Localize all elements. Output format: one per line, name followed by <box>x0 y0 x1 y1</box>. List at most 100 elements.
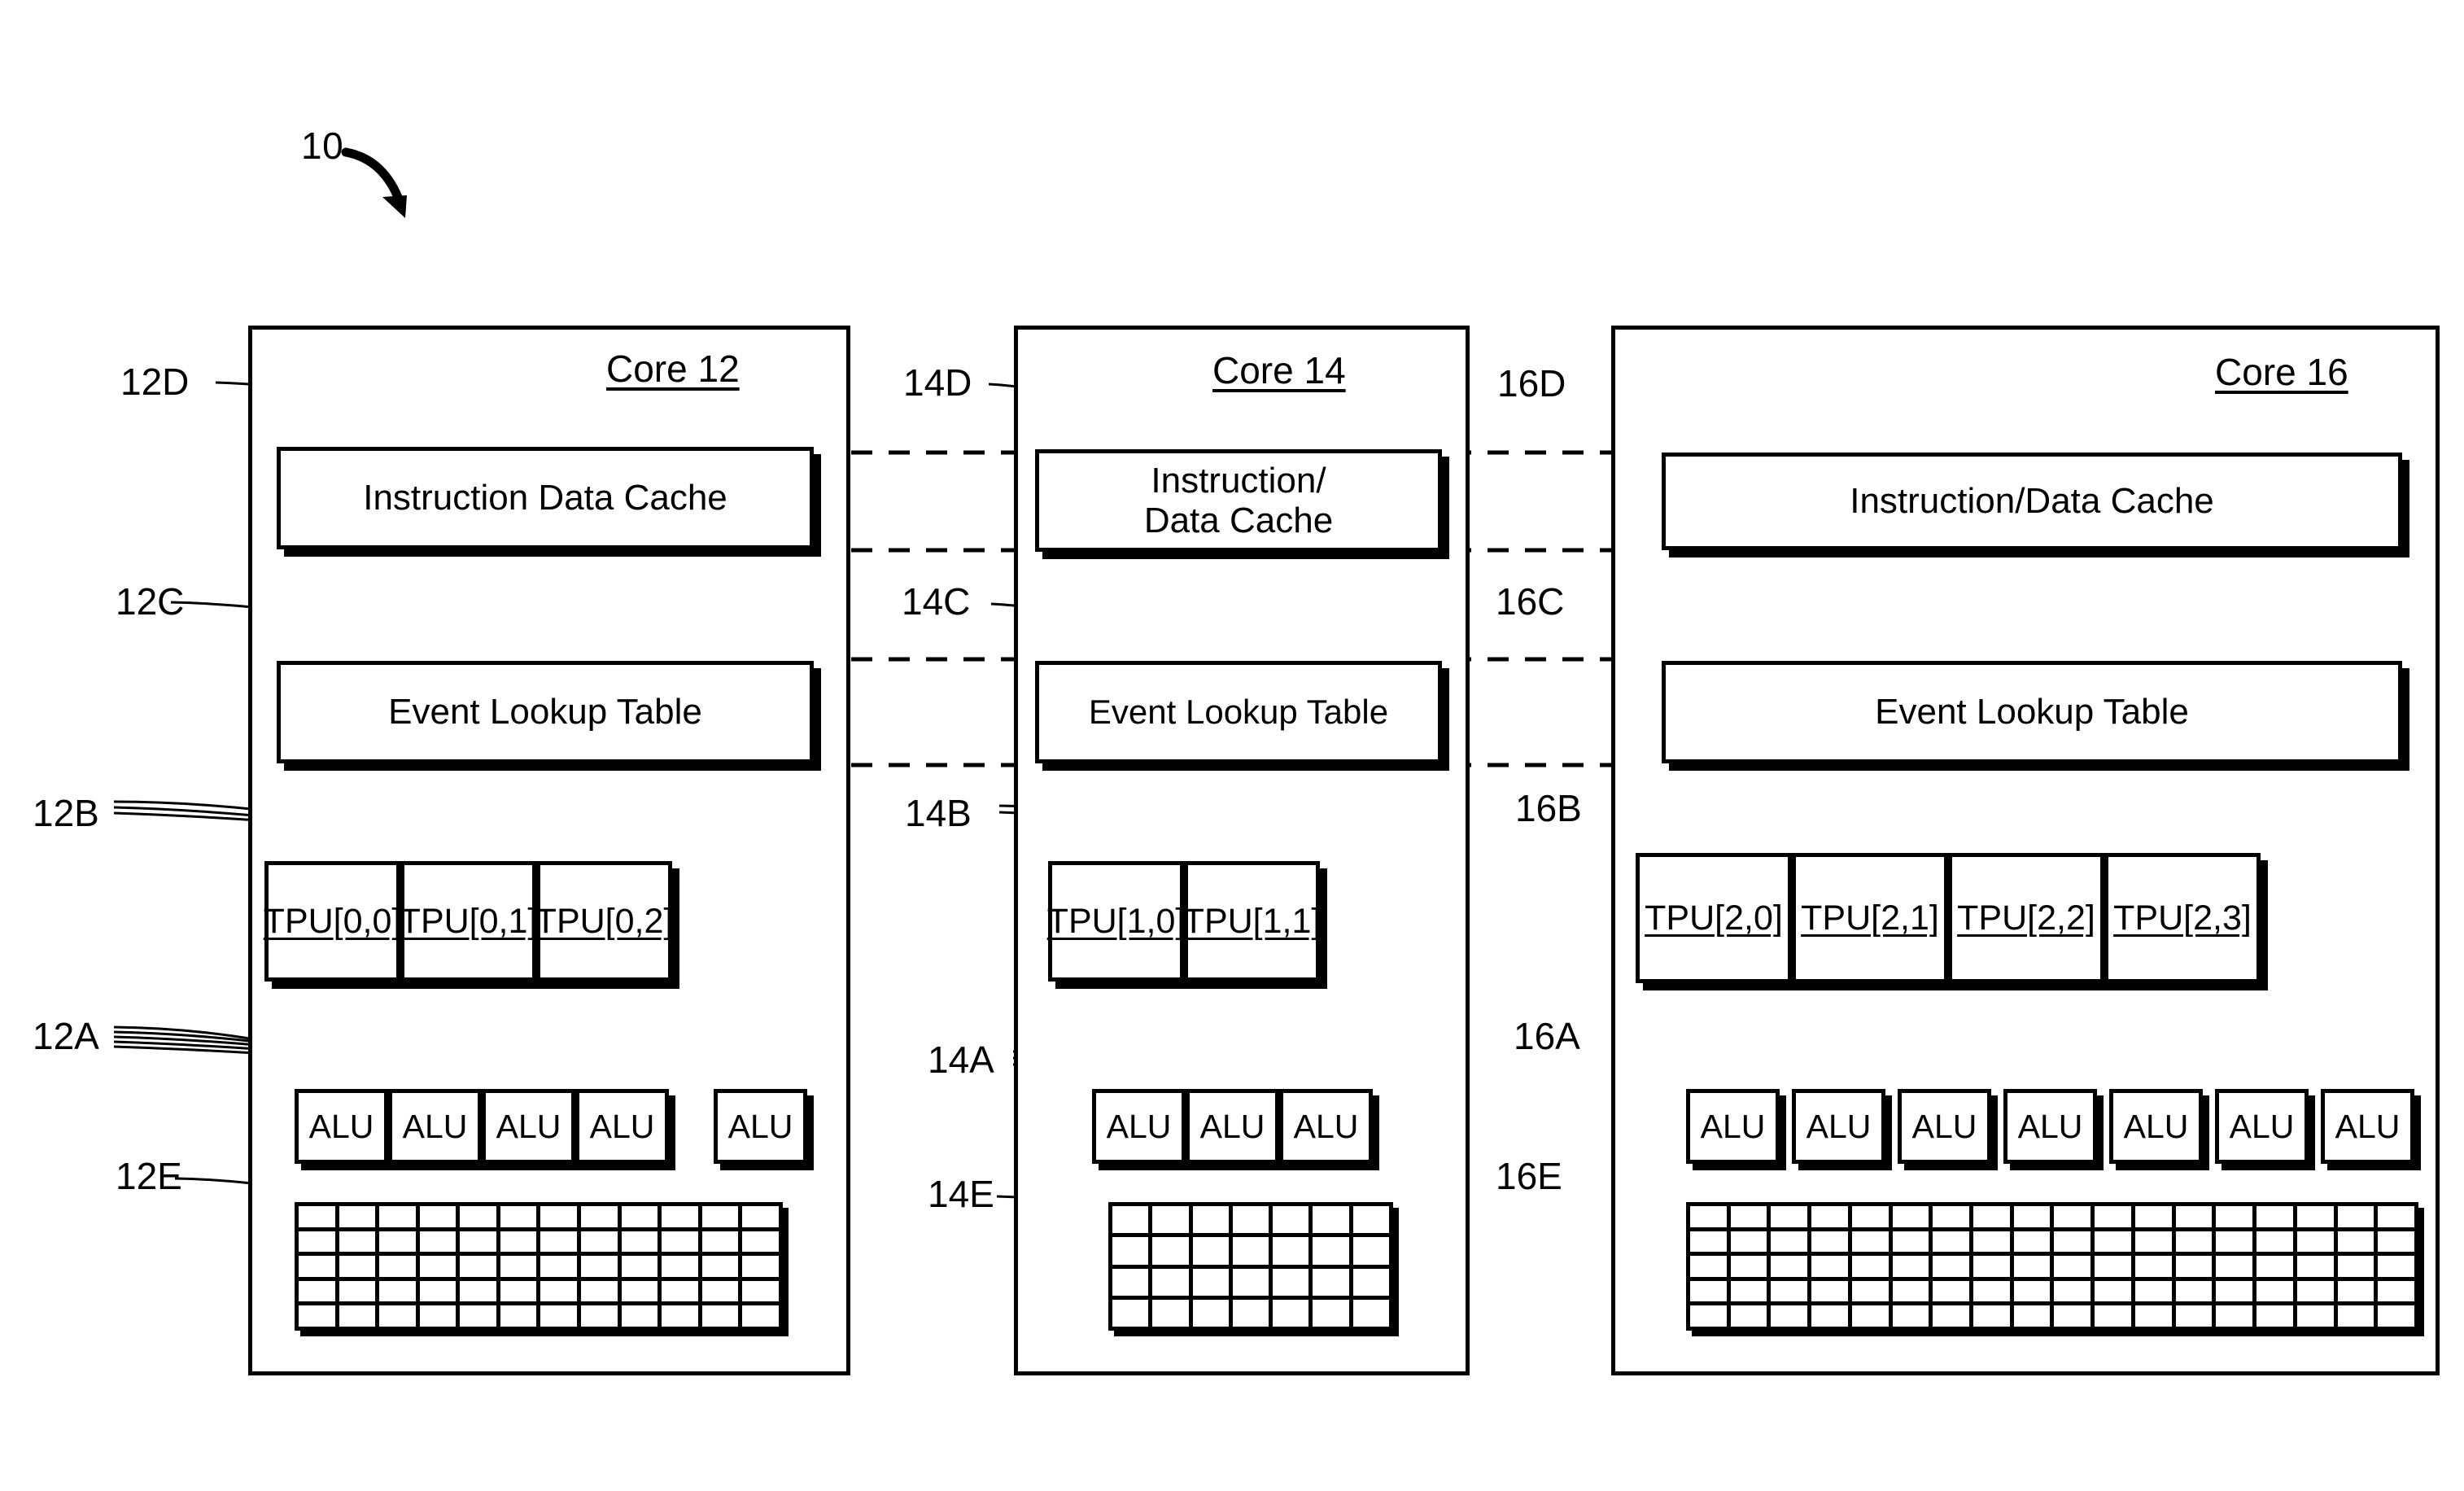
memory-cell <box>540 1305 578 1327</box>
core-12-alu-1[interactable]: ALU <box>388 1089 482 1164</box>
memory-cell <box>419 1305 457 1327</box>
memory-cell <box>2256 1206 2293 1227</box>
memory-cell <box>2337 1305 2374 1327</box>
memory-cell <box>581 1231 618 1253</box>
memory-cell <box>2378 1280 2414 1302</box>
memory-cell <box>1313 1299 1349 1327</box>
core-12-cache-label: Instruction Data Cache <box>363 478 727 518</box>
memory-cell <box>2216 1231 2253 1253</box>
core-16-alu-2[interactable]: ALU <box>1898 1089 1991 1164</box>
memory-cell <box>379 1256 416 1277</box>
core-12-tpu-1[interactable]: TPU[0,1] <box>399 861 538 982</box>
core-12-tpu-0[interactable]: TPU[0,0] <box>264 861 401 982</box>
figure-arrowhead <box>382 195 407 218</box>
memory-cell <box>2054 1206 2091 1227</box>
core-16-instruction-data-cache[interactable]: Instruction/Data Cache <box>1662 453 2402 550</box>
core-16-cache-label: Instruction/Data Cache <box>1850 481 2214 522</box>
core-14-cache-label: Instruction/ Data Cache <box>1143 460 1334 540</box>
memory-cell <box>2013 1280 2051 1302</box>
core-12-alu-2[interactable]: ALU <box>482 1089 575 1164</box>
core-14-alu-1[interactable]: ALU <box>1186 1089 1279 1164</box>
tpu-label: TPU[1,1] <box>1182 901 1322 941</box>
memory-cell <box>2054 1305 2091 1327</box>
core-16-alu-0[interactable]: ALU <box>1686 1089 1780 1164</box>
memory-cell <box>581 1305 618 1327</box>
core-14-alu-2[interactable]: ALU <box>1279 1089 1373 1164</box>
core-12-alu-3[interactable]: ALU <box>575 1089 669 1164</box>
memory-cell <box>1232 1237 1269 1265</box>
memory-cell <box>1152 1206 1189 1234</box>
ref-14b-label: 14B <box>905 792 972 834</box>
core-14-memory-grid[interactable] <box>1108 1202 1393 1331</box>
memory-cell <box>339 1206 376 1227</box>
core-16-alu-4[interactable]: ALU <box>2109 1089 2203 1164</box>
memory-cell <box>1811 1256 1848 1277</box>
core-12-alu-0[interactable]: ALU <box>295 1089 388 1164</box>
core-12-instruction-data-cache[interactable]: Instruction Data Cache <box>277 447 814 549</box>
memory-cell <box>1352 1299 1389 1327</box>
core-16-tpu-1[interactable]: TPU[2,1] <box>1792 853 1948 983</box>
memory-cell <box>2296 1206 2334 1227</box>
core-16-alu-3[interactable]: ALU <box>2003 1089 2097 1164</box>
memory-cell <box>379 1231 416 1253</box>
memory-cell <box>299 1256 335 1277</box>
core-12-alu-4[interactable]: ALU <box>714 1089 807 1164</box>
alu-label: ALU <box>2335 1107 2401 1145</box>
memory-cell <box>1152 1268 1189 1296</box>
core-14-tpu-1[interactable]: TPU[1,1] <box>1182 861 1322 982</box>
ref-12d-label: 12D <box>120 361 190 403</box>
core-16-alu-1[interactable]: ALU <box>1792 1089 1885 1164</box>
memory-cell <box>2256 1256 2293 1277</box>
memory-cell <box>299 1206 335 1227</box>
core-16-tpu-2[interactable]: TPU[2,2] <box>1948 853 2104 983</box>
core-16-alu-5[interactable]: ALU <box>2215 1089 2309 1164</box>
memory-cell <box>621 1305 658 1327</box>
memory-cell <box>1690 1231 1727 1253</box>
memory-cell <box>621 1280 658 1302</box>
core-16-tpu-0[interactable]: TPU[2,0] <box>1636 853 1792 983</box>
memory-cell <box>1273 1237 1309 1265</box>
core-16-memory-grid[interactable] <box>1686 1202 2418 1331</box>
memory-cell <box>419 1280 457 1302</box>
core-12-event-table-label: Event Lookup Table <box>388 692 702 732</box>
core-12-memory-grid[interactable] <box>295 1202 783 1331</box>
memory-cell <box>2095 1305 2131 1327</box>
memory-cell <box>1811 1305 1848 1327</box>
memory-cell <box>1851 1280 1889 1302</box>
memory-cell <box>1152 1299 1189 1327</box>
memory-cell <box>1192 1299 1229 1327</box>
ref-12c-label: 12C <box>116 580 185 623</box>
memory-cell <box>2216 1305 2253 1327</box>
core-14-alu-0[interactable]: ALU <box>1092 1089 1186 1164</box>
memory-cell <box>460 1206 496 1227</box>
core-12-tpu-2[interactable]: TPU[0,2] <box>535 861 673 982</box>
core-12-event-lookup-table[interactable]: Event Lookup Table <box>277 661 814 763</box>
memory-cell <box>1933 1280 1970 1302</box>
memory-cell <box>1232 1268 1269 1296</box>
core-14-instruction-data-cache[interactable]: Instruction/ Data Cache <box>1035 449 1442 552</box>
memory-cell <box>2134 1280 2172 1302</box>
core-16-tpu-3[interactable]: TPU[2,3] <box>2104 853 2261 983</box>
core-14-event-lookup-table[interactable]: Event Lookup Table <box>1035 661 1442 763</box>
ref-12b-label: 12B <box>33 792 99 834</box>
memory-cell <box>1352 1206 1389 1234</box>
memory-cell <box>2296 1231 2334 1253</box>
memory-cell <box>1973 1305 2010 1327</box>
memory-cell <box>1690 1280 1727 1302</box>
memory-cell <box>1730 1280 1767 1302</box>
tpu-label: TPU[0,1] <box>399 901 538 941</box>
memory-cell <box>662 1280 698 1302</box>
ref-16a-label: 16A <box>1514 1015 1580 1057</box>
ref-12a-label: 12A <box>33 1015 99 1057</box>
core-16-alu-6[interactable]: ALU <box>2321 1089 2414 1164</box>
core-16-event-lookup-table[interactable]: Event Lookup Table <box>1662 661 2402 763</box>
alu-label: ALU <box>402 1107 468 1145</box>
memory-cell <box>1112 1206 1149 1234</box>
memory-cell <box>1771 1231 1808 1253</box>
memory-cell <box>1892 1305 1929 1327</box>
memory-cell <box>1690 1256 1727 1277</box>
memory-cell <box>2216 1256 2253 1277</box>
core-14-tpu-0[interactable]: TPU[1,0] <box>1047 861 1185 982</box>
memory-cell <box>2095 1280 2131 1302</box>
memory-cell <box>2256 1305 2293 1327</box>
